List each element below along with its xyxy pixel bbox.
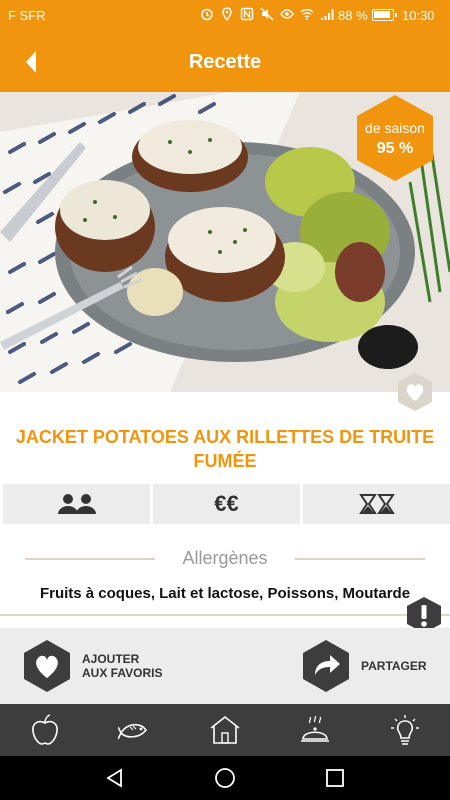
recipe-info-bar: €€	[0, 484, 450, 524]
circle-home-icon	[215, 768, 235, 788]
nfc-icon	[240, 7, 254, 21]
system-nav-bar	[0, 756, 450, 800]
wifi-icon	[300, 9, 314, 20]
tab-home[interactable]	[180, 704, 270, 756]
status-bar: F SFR 88 % 10:30	[0, 0, 450, 32]
app-bar: Recette	[0, 32, 450, 92]
eye-icon	[280, 9, 294, 19]
divider	[295, 558, 425, 560]
heart-icon	[24, 640, 70, 692]
house-icon	[210, 715, 240, 744]
season-badge: de saison 95 %	[355, 93, 435, 183]
season-label: de saison	[365, 120, 425, 136]
two-persons-icon	[57, 494, 96, 514]
add-favorite-button[interactable]: AJOUTER AUX FAVORIS	[22, 628, 162, 704]
price-label: €€	[214, 491, 239, 516]
hourglass-icon	[358, 494, 395, 514]
signal-icon	[321, 9, 334, 20]
tab-fish[interactable]	[90, 704, 180, 756]
divider	[0, 614, 450, 616]
hex-heart	[22, 639, 72, 693]
share-arrow-icon	[303, 640, 349, 692]
nav-recents-button[interactable]	[315, 758, 355, 798]
triangle-back-icon	[106, 768, 122, 788]
recipe-title: JACKET POTATOES AUX RILLETTES DE TRUITE …	[15, 427, 435, 471]
time-cell	[303, 484, 450, 524]
season-value: 95 %	[376, 140, 414, 157]
tab-tips[interactable]	[360, 704, 450, 756]
battery-percent: 88 %	[338, 8, 368, 23]
clock: 10:30	[402, 8, 435, 23]
square-recents-icon	[326, 769, 344, 787]
hex-share	[301, 639, 351, 693]
fish-icon	[118, 723, 148, 740]
nav-home-button[interactable]	[205, 758, 245, 798]
tab-fruits[interactable]	[0, 704, 90, 756]
favorite-badge-button[interactable]	[397, 372, 433, 412]
tab-recipes[interactable]	[270, 704, 360, 756]
share-label: PARTAGER	[361, 659, 427, 673]
lightbulb-icon	[391, 715, 419, 745]
mute-icon	[260, 7, 274, 21]
add-favorite-label: AJOUTER AUX FAVORIS	[82, 652, 162, 680]
page-title: Recette	[188, 51, 262, 73]
heart-icon	[398, 373, 432, 411]
nav-back-button[interactable]	[95, 758, 135, 798]
dish-cloche-icon	[301, 715, 329, 742]
apple-icon	[32, 714, 58, 745]
add-favorite-line2: AUX FAVORIS	[82, 666, 163, 680]
battery-icon	[372, 9, 397, 21]
allergens-heading: Allergènes	[25, 546, 425, 570]
actions-bar: AJOUTER AUX FAVORIS PARTAGER	[0, 628, 450, 704]
alarm-icon	[201, 8, 213, 21]
servings-cell	[0, 484, 153, 524]
share-button[interactable]: PARTAGER	[301, 628, 427, 704]
price-cell: €€	[153, 484, 303, 524]
status-icons	[200, 7, 334, 21]
bottom-tab-bar	[0, 704, 450, 756]
location-icon	[222, 7, 232, 21]
add-favorite-line1: AJOUTER	[82, 652, 140, 666]
hexagon-icon	[357, 95, 433, 181]
carrier-label: F SFR	[8, 8, 46, 23]
allergens-list: Fruits à coques, Lait et lactose, Poisso…	[39, 585, 411, 602]
